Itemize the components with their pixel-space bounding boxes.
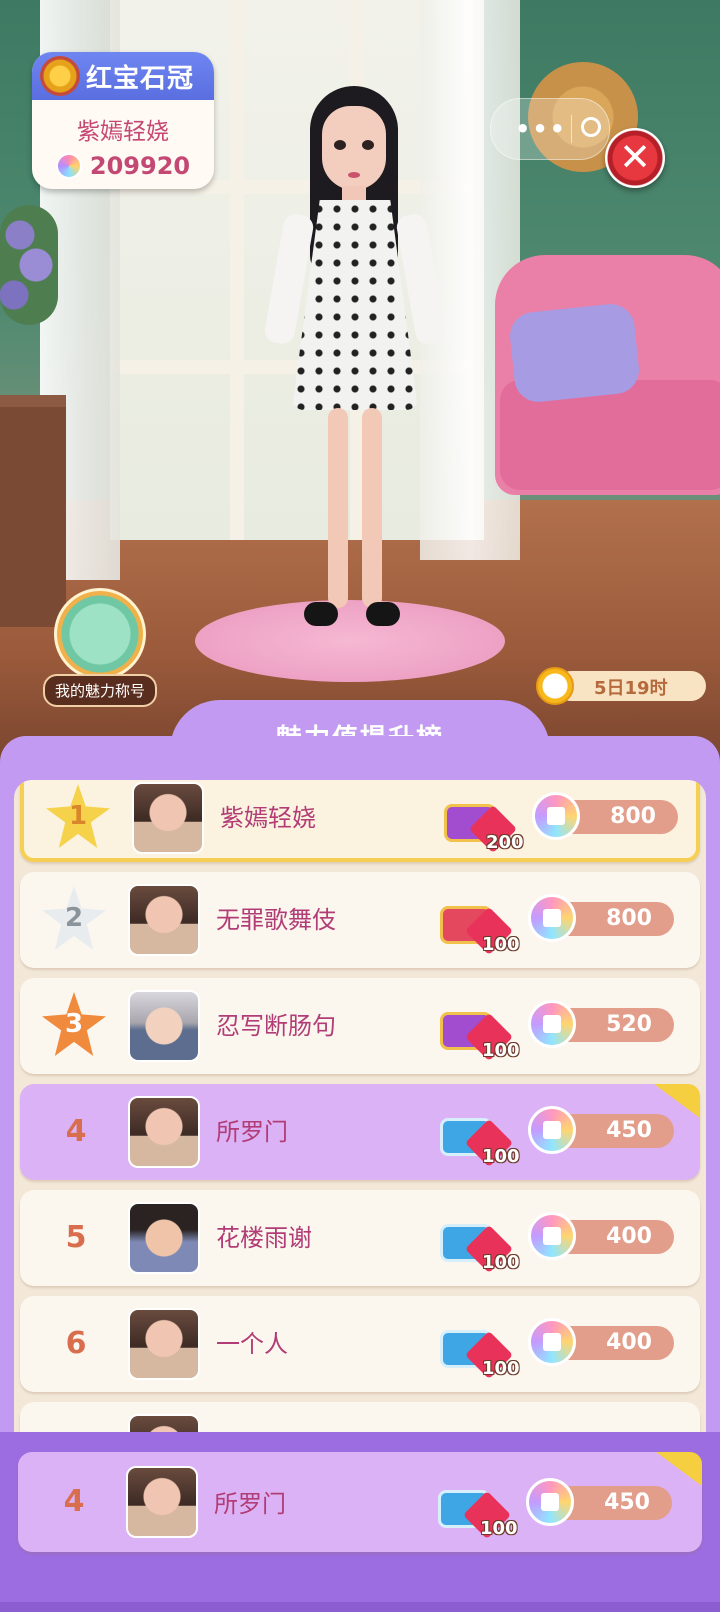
close-button[interactable]: ✕	[605, 128, 665, 188]
title-name: 红宝石冠	[86, 63, 195, 94]
gift-count: 100	[480, 1518, 518, 1539]
avatar[interactable]	[132, 782, 204, 854]
rank-number: 4	[63, 1484, 85, 1519]
gift-count: 100	[482, 1040, 520, 1061]
player-name: 一个人	[216, 1330, 288, 1358]
charm-value: 450	[528, 1106, 674, 1154]
avatar[interactable]	[128, 990, 200, 1062]
avatar[interactable]	[128, 1202, 200, 1274]
my-charm-title-button[interactable]: 我的魅力称号	[30, 588, 170, 718]
flower-plant	[0, 205, 58, 325]
gift-chest-icon: 200	[440, 784, 524, 858]
gift-chest-icon: 100	[436, 1098, 520, 1172]
event-timer: 5日19时	[536, 667, 708, 705]
avatar[interactable]	[128, 884, 200, 956]
rank-number: 4	[65, 1114, 87, 1149]
rank-star-icon: 3	[42, 992, 106, 1056]
charm-value: 400	[528, 1318, 674, 1366]
gift-chest-icon: 100	[436, 1310, 520, 1384]
charm-shirt-icon	[528, 1106, 576, 1154]
rank-number: 6	[65, 1326, 87, 1361]
player-name: 无罪歌舞伎	[216, 906, 336, 934]
rank-number: 2	[64, 903, 84, 933]
player-character[interactable]	[262, 82, 448, 642]
charm-value: 450	[526, 1478, 672, 1526]
player-name: 花楼雨谢	[216, 1224, 312, 1252]
gift-count: 100	[482, 1146, 520, 1167]
alarm-clock-icon	[536, 667, 574, 705]
avatar[interactable]	[128, 1096, 200, 1168]
more-button[interactable]: •••	[515, 115, 567, 143]
sofa-pillow	[507, 301, 642, 405]
table-row[interactable]: 1 紫嫣轻娆 200 800	[20, 780, 700, 862]
table-row[interactable]: 3 忍写断肠句 100 520	[20, 978, 700, 1074]
charm-shirt-icon	[526, 1478, 574, 1526]
charm-shirt-icon	[532, 792, 580, 840]
my-rank-row-container: 4 所罗门 100 450	[18, 1452, 702, 1582]
bottom-edge	[0, 1602, 720, 1612]
table-row[interactable]: 4 所罗门 100 450	[20, 1084, 700, 1180]
mini-program-capsule: •••	[490, 98, 610, 160]
gift-count: 200	[486, 832, 524, 853]
charm-value: 520	[528, 1000, 674, 1048]
green-crown-icon	[54, 588, 146, 680]
leaderboard-list[interactable]: 1 紫嫣轻娆 200 800 2 无罪歌舞伎 100 800 3 忍写断肠句 100 520 4 所罗门 1…	[14, 780, 706, 1480]
my-rank-row[interactable]: 4 所罗门 100 450	[18, 1452, 702, 1552]
exit-ring-icon[interactable]	[581, 117, 601, 137]
rank-number: 5	[65, 1220, 87, 1255]
timer-text: 5日19时	[594, 678, 668, 699]
player-name: 所罗门	[216, 1118, 288, 1146]
charm-gem-icon	[55, 153, 82, 179]
player-name: 忍写断肠句	[216, 1012, 336, 1040]
gift-count: 100	[482, 1358, 520, 1379]
charm-value: 800	[528, 894, 674, 942]
charm-shirt-icon	[528, 894, 576, 942]
player-name: 所罗门	[214, 1490, 286, 1518]
table-row[interactable]: 2 无罪歌舞伎 100 800	[20, 872, 700, 968]
player-score: 209920	[89, 152, 191, 180]
avatar[interactable]	[128, 1308, 200, 1380]
title-card[interactable]: 红宝石冠 紫嫣轻娆 209920	[32, 52, 214, 189]
avatar[interactable]	[126, 1466, 198, 1538]
ruby-crown-icon	[40, 56, 80, 96]
player-name: 紫嫣轻娆	[220, 804, 316, 832]
rank-number: 3	[64, 1009, 84, 1039]
my-charm-title-label: 我的魅力称号	[42, 674, 157, 707]
gift-chest-icon: 100	[436, 1204, 520, 1278]
charm-value: 400	[528, 1212, 674, 1260]
rank-number: 1	[68, 801, 88, 831]
rank-star-icon: 1	[46, 784, 110, 848]
charm-shirt-icon	[528, 1000, 576, 1048]
player-name: 紫嫣轻娆	[77, 119, 169, 145]
gift-chest-icon: 100	[436, 886, 520, 960]
charm-shirt-icon	[528, 1212, 576, 1260]
gift-count: 100	[482, 1252, 520, 1273]
charm-shirt-icon	[528, 1318, 576, 1366]
gift-chest-icon: 100	[436, 992, 520, 1066]
gift-count: 100	[482, 934, 520, 955]
rank-star-icon: 2	[42, 886, 106, 950]
gift-chest-icon: 100	[434, 1470, 518, 1544]
table-row[interactable]: 5 花楼雨谢 100 400	[20, 1190, 700, 1286]
charm-value: 800	[532, 792, 678, 840]
table-row[interactable]: 6 一个人 100 400	[20, 1296, 700, 1392]
